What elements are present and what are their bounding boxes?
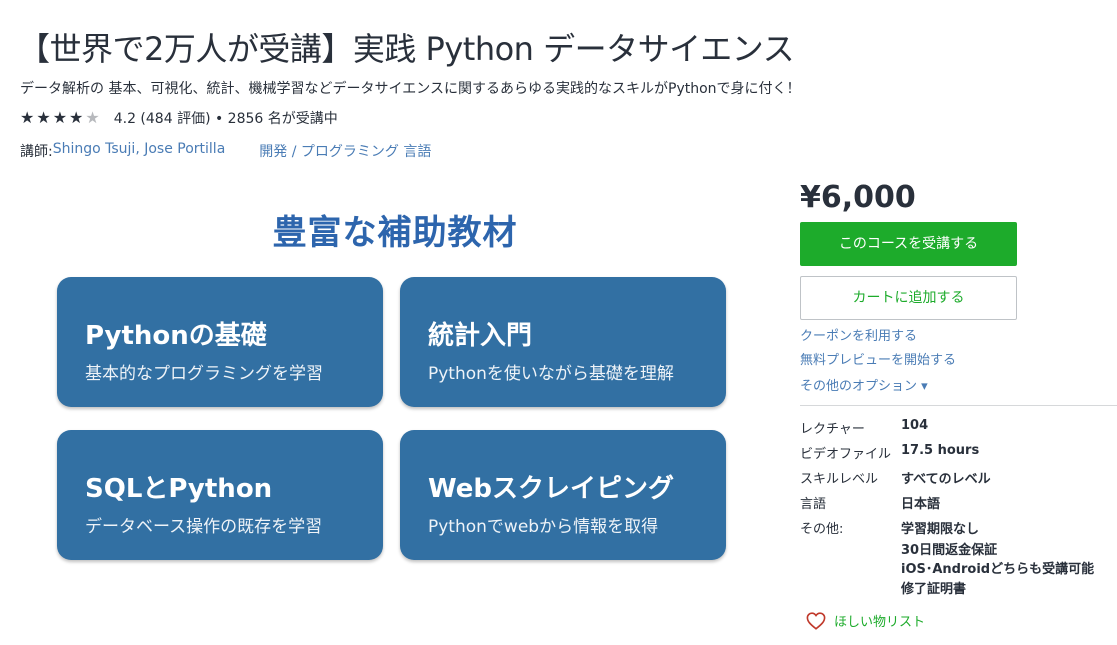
heart-icon — [806, 611, 826, 630]
promo-card-title: SQLとPython — [85, 474, 273, 504]
promo-card: SQLとPython データベース操作の既存を学習 — [57, 430, 383, 560]
detail-key: レクチャー — [800, 422, 865, 437]
detail-row: レクチャー 104 — [800, 418, 928, 437]
detail-key: その他: — [800, 522, 844, 537]
instructor-label: 講師: — [20, 144, 53, 160]
instructor-row: 講師: Shingo Tsuji, Jose Portilla 開発 / プログ… — [20, 141, 431, 161]
detail-row: 言語 日本語 — [800, 493, 940, 512]
category-link[interactable]: 開発 — [259, 144, 287, 160]
promo-card-subtitle: 基本的なプログラミングを学習 — [85, 364, 323, 384]
breadcrumb: 開発 / プログラミング 言語 — [259, 141, 431, 161]
detail-value: 104 — [901, 418, 929, 433]
promo-heading: 豊富な補助教材 — [272, 213, 518, 253]
breadcrumb-separator: / — [287, 144, 301, 160]
detail-row: その他: 学習期限なし — [800, 518, 979, 537]
course-subtitle: データ解析の 基本、可視化、統計、機械学習などデータサイエンスに関するあらゆる実… — [20, 81, 801, 97]
wishlist-label: ほしい物リスト — [834, 615, 926, 630]
star-full-icon: ★ — [20, 108, 35, 127]
detail-value: すべてのレベル — [901, 472, 991, 487]
promo-card-title: 統計入門 — [428, 321, 533, 351]
price: ¥6,000 — [800, 180, 916, 215]
star-full-icon: ★ — [52, 108, 68, 127]
detail-key: 言語 — [800, 497, 827, 512]
detail-key: スキルレベル — [800, 472, 879, 487]
extra-feature: 30日間返金保証 — [901, 543, 998, 558]
detail-key: ビデオファイル — [800, 447, 892, 462]
enroll-button[interactable]: このコースを受講する — [800, 222, 1017, 266]
rating-stars: ★ ★ ★ ★ ★ — [20, 110, 100, 126]
detail-row: スキルレベル すべてのレベル — [800, 468, 991, 487]
star-full-icon: ★ — [69, 108, 84, 127]
promo-card: 統計入門 Pythonを使いながら基礎を理解 — [400, 277, 726, 407]
star-empty-icon: ★ — [85, 108, 100, 127]
promo-card: Pythonの基礎 基本的なプログラミングを学習 — [57, 277, 383, 407]
detail-value: 17.5 hours — [901, 443, 980, 458]
more-options-link[interactable]: その他のオプション ▾ — [800, 375, 928, 394]
detail-value: 日本語 — [901, 497, 941, 512]
extra-feature: 修了証明書 — [901, 582, 967, 597]
rating-row: ★ ★ ★ ★ ★ 4.2 (484 評価) • 2856 名が受講中 — [20, 108, 338, 128]
divider — [800, 405, 1117, 406]
promo-card: Webスクレイピング Pythonでwebから情報を取得 — [400, 430, 726, 560]
detail-value: 学習期限なし — [901, 522, 980, 537]
add-to-cart-button[interactable]: カートに追加する — [800, 276, 1017, 320]
extra-feature: iOS･Androidどちらも受講可能 — [901, 562, 1095, 577]
rating-text: 4.2 (484 評価) • 2856 名が受講中 — [113, 111, 338, 127]
promo-card-subtitle: Pythonでwebから情報を取得 — [428, 517, 659, 537]
promo-card-subtitle: データベース操作の既存を学習 — [85, 517, 323, 537]
subcategory-link[interactable]: プログラミング 言語 — [301, 144, 431, 160]
detail-row: ビデオファイル 17.5 hours — [800, 443, 979, 462]
preview-link[interactable]: 無料プレビューを開始する — [800, 349, 956, 368]
instructor-link[interactable]: Shingo Tsuji, Jose Portilla — [53, 141, 226, 161]
coupon-link[interactable]: クーポンを利用する — [800, 325, 917, 344]
promo-card-title: Pythonの基礎 — [85, 321, 267, 351]
course-title: 【世界で2万人が受講】実践 Python データサイエンス — [18, 30, 795, 68]
promo-card-subtitle: Pythonを使いながら基礎を理解 — [428, 364, 674, 384]
star-full-icon: ★ — [36, 108, 51, 127]
wishlist-button[interactable]: ほしい物リスト — [806, 611, 925, 630]
promo-card-title: Webスクレイピング — [428, 474, 674, 504]
